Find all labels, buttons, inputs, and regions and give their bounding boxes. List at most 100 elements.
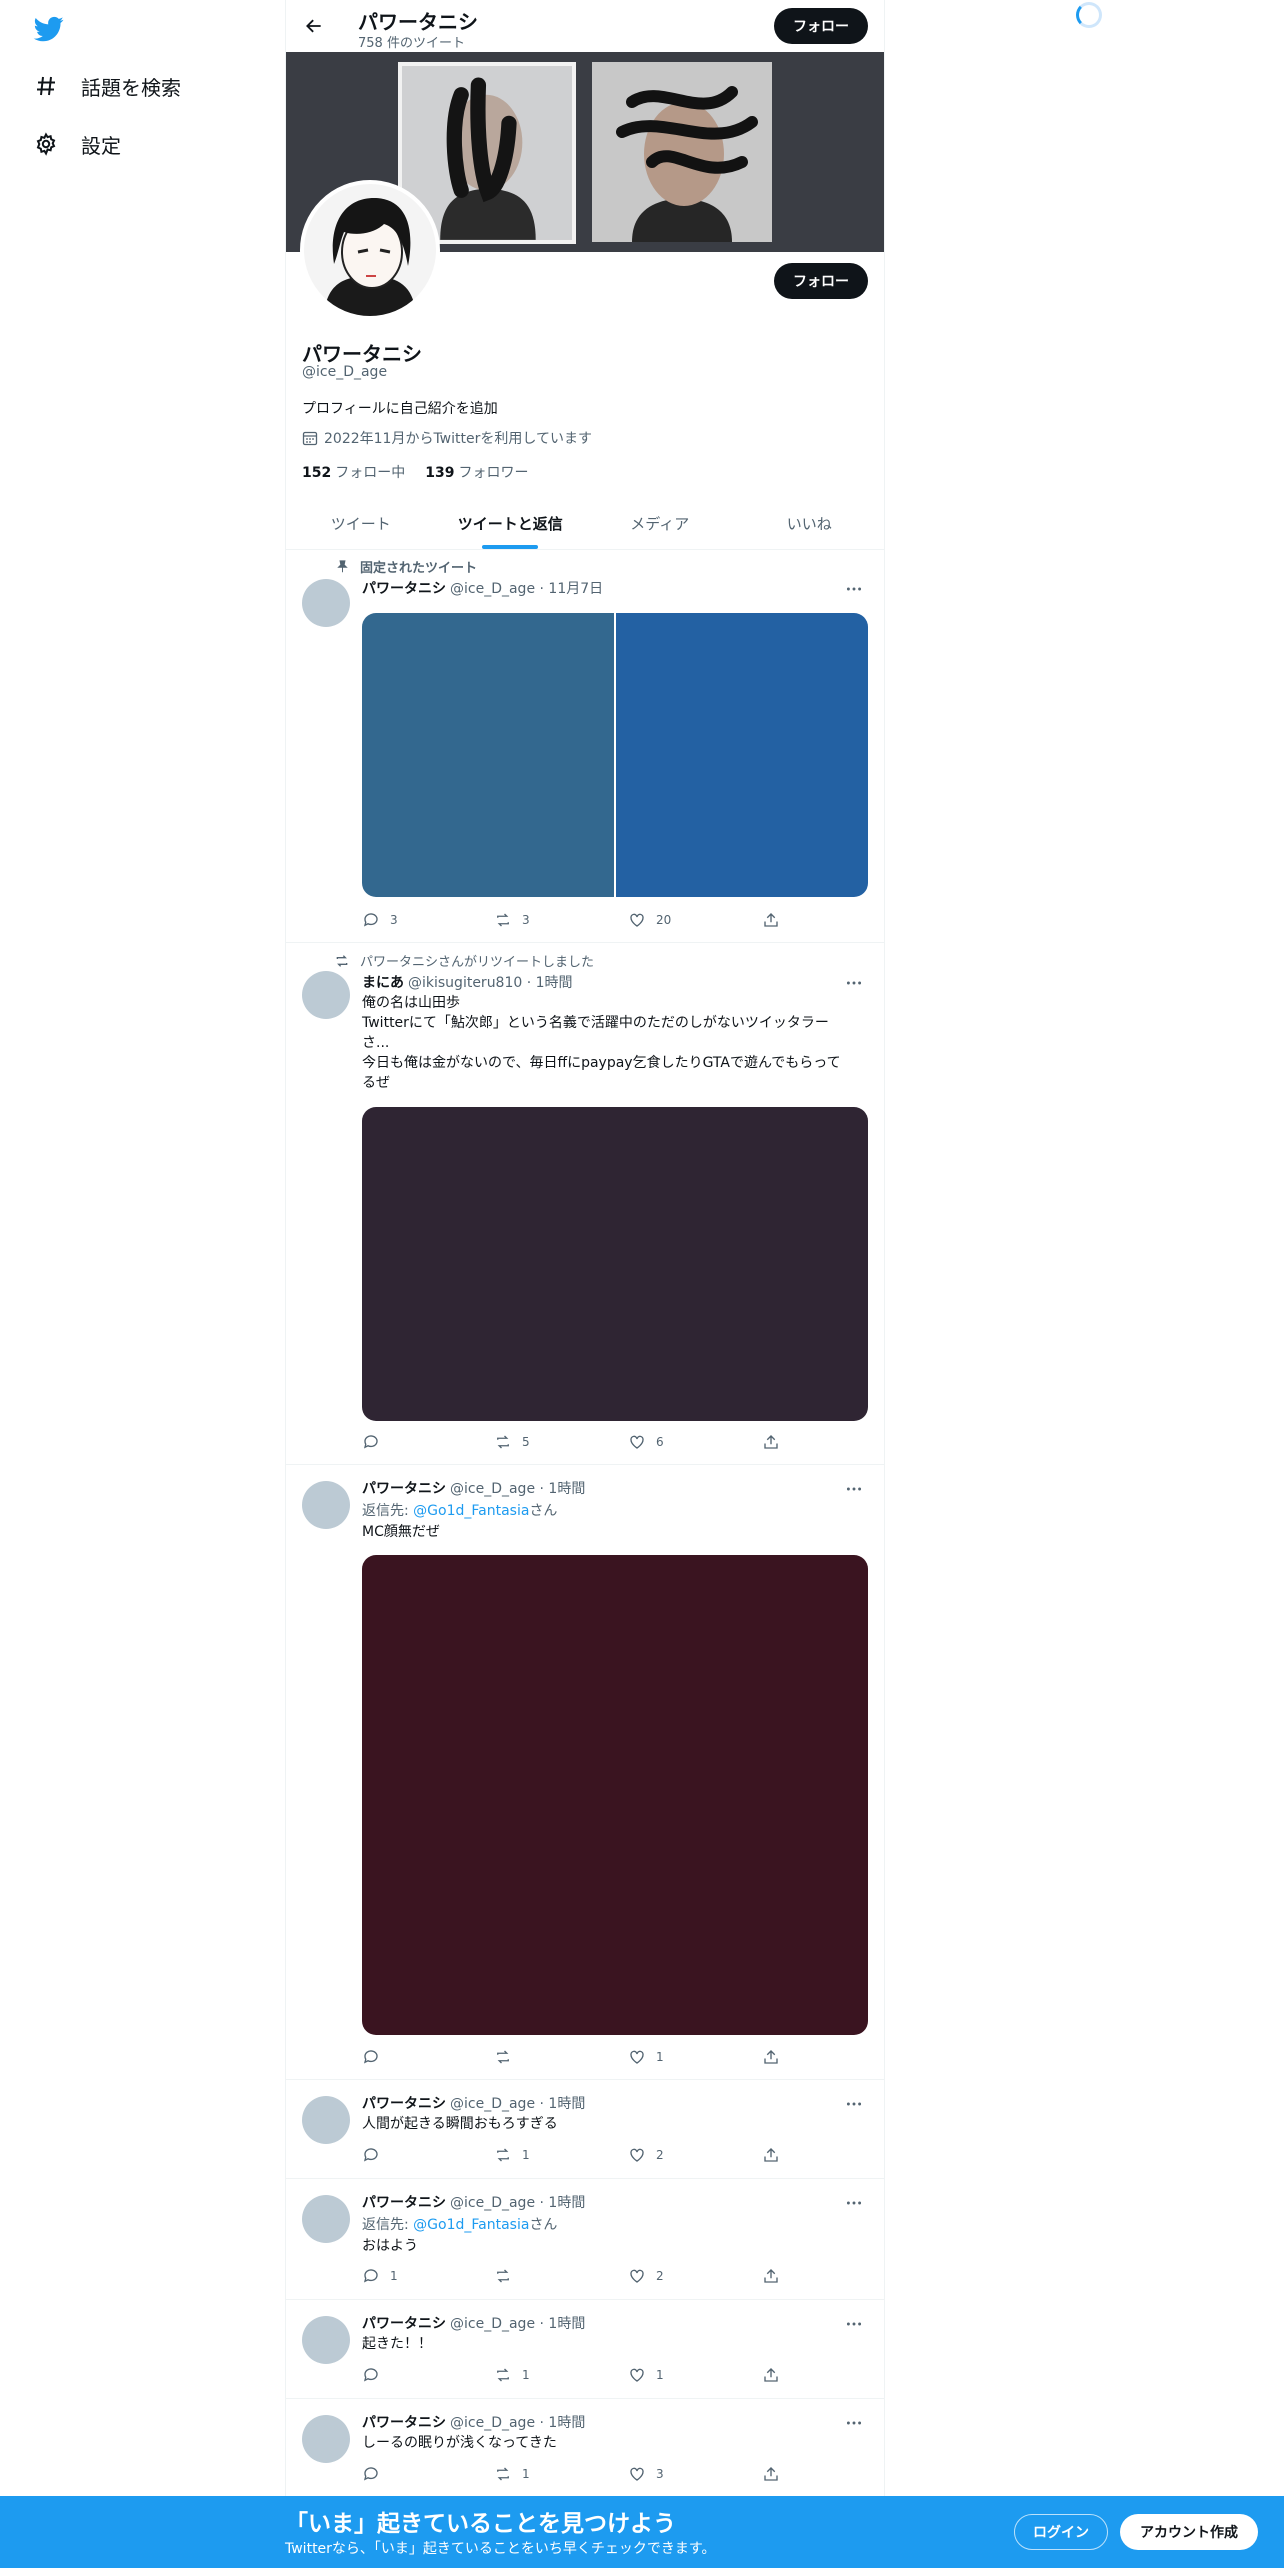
- text-line: さ...: [362, 1035, 390, 1051]
- tab-likes[interactable]: いいね: [735, 498, 885, 549]
- sidebar-item-settings[interactable]: 設定: [33, 124, 121, 164]
- tweet[interactable]: パワータニシ @ice_D_age · 1時間 人間が起きる瞬間おもろすぎる 1 …: [286, 2080, 884, 2179]
- reply-button[interactable]: [362, 2048, 390, 2066]
- like-button[interactable]: 3: [628, 2465, 664, 2483]
- tweet-actions: 1 3: [362, 2465, 782, 2485]
- author-name[interactable]: パワータニシ: [362, 581, 446, 597]
- avatar[interactable]: [302, 2415, 350, 2463]
- tweet-header: パワータニシ @ice_D_age · 1時間: [362, 2192, 585, 2212]
- share-button[interactable]: [762, 2048, 790, 2066]
- media-image[interactable]: [362, 613, 614, 897]
- more-icon[interactable]: [842, 2095, 866, 2113]
- avatar[interactable]: [302, 971, 350, 1019]
- retweet-button[interactable]: 1: [494, 2465, 530, 2483]
- author-name[interactable]: パワータニシ: [362, 1481, 446, 1497]
- like-button[interactable]: 6: [628, 1433, 664, 1451]
- header-title: パワータニシ: [358, 10, 478, 34]
- like-count: 6: [656, 1435, 664, 1449]
- avatar[interactable]: [302, 2316, 350, 2364]
- tweet-text: おはよう: [362, 2238, 418, 2254]
- more-icon[interactable]: [842, 2194, 866, 2212]
- reply-to-link[interactable]: @Go1d_Fantasia: [413, 2217, 529, 2233]
- retweet-count: 1: [522, 2467, 530, 2481]
- tweet-header: パワータニシ @ice_D_age · 1時間: [362, 2313, 585, 2333]
- avatar[interactable]: [302, 2096, 350, 2144]
- tweet[interactable]: パワータニシさんがリツイートしました まにあ @ikisugiteru810 · …: [286, 943, 884, 1465]
- profile-follow-button[interactable]: フォロー: [774, 263, 868, 299]
- share-button[interactable]: [762, 2146, 790, 2164]
- tweet[interactable]: 固定されたツイート パワータニシ @ice_D_age · 11月7日 3 3 2…: [286, 551, 884, 943]
- like-count: 2: [656, 2269, 664, 2283]
- author-name[interactable]: パワータニシ: [362, 2316, 446, 2332]
- tab-tweets[interactable]: ツイート: [286, 498, 436, 549]
- sidebar-item-explore[interactable]: 話題を検索: [33, 66, 181, 106]
- tab-label: いいね: [786, 515, 832, 533]
- reply-button[interactable]: [362, 2146, 390, 2164]
- tweet[interactable]: パワータニシ @ice_D_age · 1時間 返信先: @Go1d_Fantas…: [286, 2179, 884, 2300]
- reply-button[interactable]: [362, 2465, 390, 2483]
- like-button[interactable]: 1: [628, 2366, 664, 2384]
- header-follow-button[interactable]: フォロー: [774, 8, 868, 44]
- author-name[interactable]: パワータニシ: [362, 2195, 446, 2211]
- retweet-button[interactable]: 1: [494, 2366, 530, 2384]
- retweet-button[interactable]: [494, 2267, 522, 2285]
- profile-avatar[interactable]: [300, 180, 440, 320]
- reply-button[interactable]: [362, 1433, 390, 1451]
- signup-button[interactable]: アカウント作成: [1120, 2514, 1258, 2550]
- retweet-button[interactable]: 3: [494, 911, 530, 929]
- author-name[interactable]: パワータニシ: [362, 2096, 446, 2112]
- like-button[interactable]: 20: [628, 911, 671, 929]
- retweet-button[interactable]: 1: [494, 2146, 530, 2164]
- avatar[interactable]: [302, 1481, 350, 1529]
- like-button[interactable]: 2: [628, 2267, 664, 2285]
- text-line: 俺の名は山田歩: [362, 995, 460, 1011]
- followers-link[interactable]: 139 フォロワー: [425, 462, 528, 482]
- author-meta: @ikisugiteru810 · 1時間: [408, 975, 573, 991]
- tab-tweets-and-replies[interactable]: ツイートと返信: [436, 498, 586, 549]
- retweet-icon: [497, 2368, 509, 2382]
- following-count: 152: [302, 465, 332, 481]
- reply-to-link[interactable]: @Go1d_Fantasia: [413, 1503, 529, 1519]
- avatar[interactable]: [302, 579, 350, 627]
- media-image[interactable]: [616, 613, 868, 897]
- retweet-button[interactable]: 5: [494, 1433, 530, 1451]
- more-icon[interactable]: [842, 2414, 866, 2432]
- more-icon[interactable]: [842, 580, 866, 598]
- like-button[interactable]: 1: [628, 2048, 664, 2066]
- tweet-text: しーるの眠りが浅くなってきた: [362, 2435, 557, 2451]
- retweet-icon: [497, 2148, 509, 2162]
- following-link[interactable]: 152 フォロー中: [302, 462, 405, 482]
- share-button[interactable]: [762, 1433, 790, 1451]
- tweet-media[interactable]: [362, 613, 868, 897]
- tweet[interactable]: パワータニシ @ice_D_age · 1時間 しーるの眠りが浅くなってきた 1 …: [286, 2399, 884, 2498]
- more-icon[interactable]: [842, 1480, 866, 1498]
- following-label: フォロー中: [335, 465, 406, 481]
- share-button[interactable]: [762, 911, 790, 929]
- retweet-button[interactable]: [494, 2048, 522, 2066]
- reply-button[interactable]: 3: [362, 911, 398, 929]
- login-button[interactable]: ログイン: [1014, 2514, 1108, 2550]
- share-button[interactable]: [762, 2465, 790, 2483]
- avatar[interactable]: [302, 2195, 350, 2243]
- tab-label: ツイートと返信: [457, 515, 563, 533]
- author-name[interactable]: パワータニシ: [362, 2415, 446, 2431]
- share-button[interactable]: [762, 2267, 790, 2285]
- media-image[interactable]: [362, 1107, 868, 1421]
- more-icon[interactable]: [842, 2315, 866, 2333]
- prompt-title: 「いま」起きていることを見つけよう: [285, 2511, 676, 2537]
- back-arrow-icon[interactable]: [300, 12, 328, 40]
- author-meta: @ice_D_age · 1時間: [450, 2415, 586, 2431]
- share-button[interactable]: [762, 2366, 790, 2384]
- tweet[interactable]: パワータニシ @ice_D_age · 1時間 起きた！！ 1 1: [286, 2300, 884, 2399]
- reply-button[interactable]: 1: [362, 2267, 398, 2285]
- like-button[interactable]: 2: [628, 2146, 664, 2164]
- author-name[interactable]: まにあ: [362, 975, 404, 991]
- reply-suffix: さん: [529, 1503, 558, 1519]
- tweet[interactable]: パワータニシ @ice_D_age · 1時間 返信先: @Go1d_Fantas…: [286, 1465, 884, 2080]
- tweet-count: 758 件のツイート: [358, 36, 465, 51]
- reply-button[interactable]: [362, 2366, 390, 2384]
- twitter-logo-icon[interactable]: [33, 14, 65, 44]
- tab-media[interactable]: メディア: [585, 498, 735, 549]
- media-image[interactable]: [362, 1555, 868, 2035]
- more-icon[interactable]: [842, 974, 866, 992]
